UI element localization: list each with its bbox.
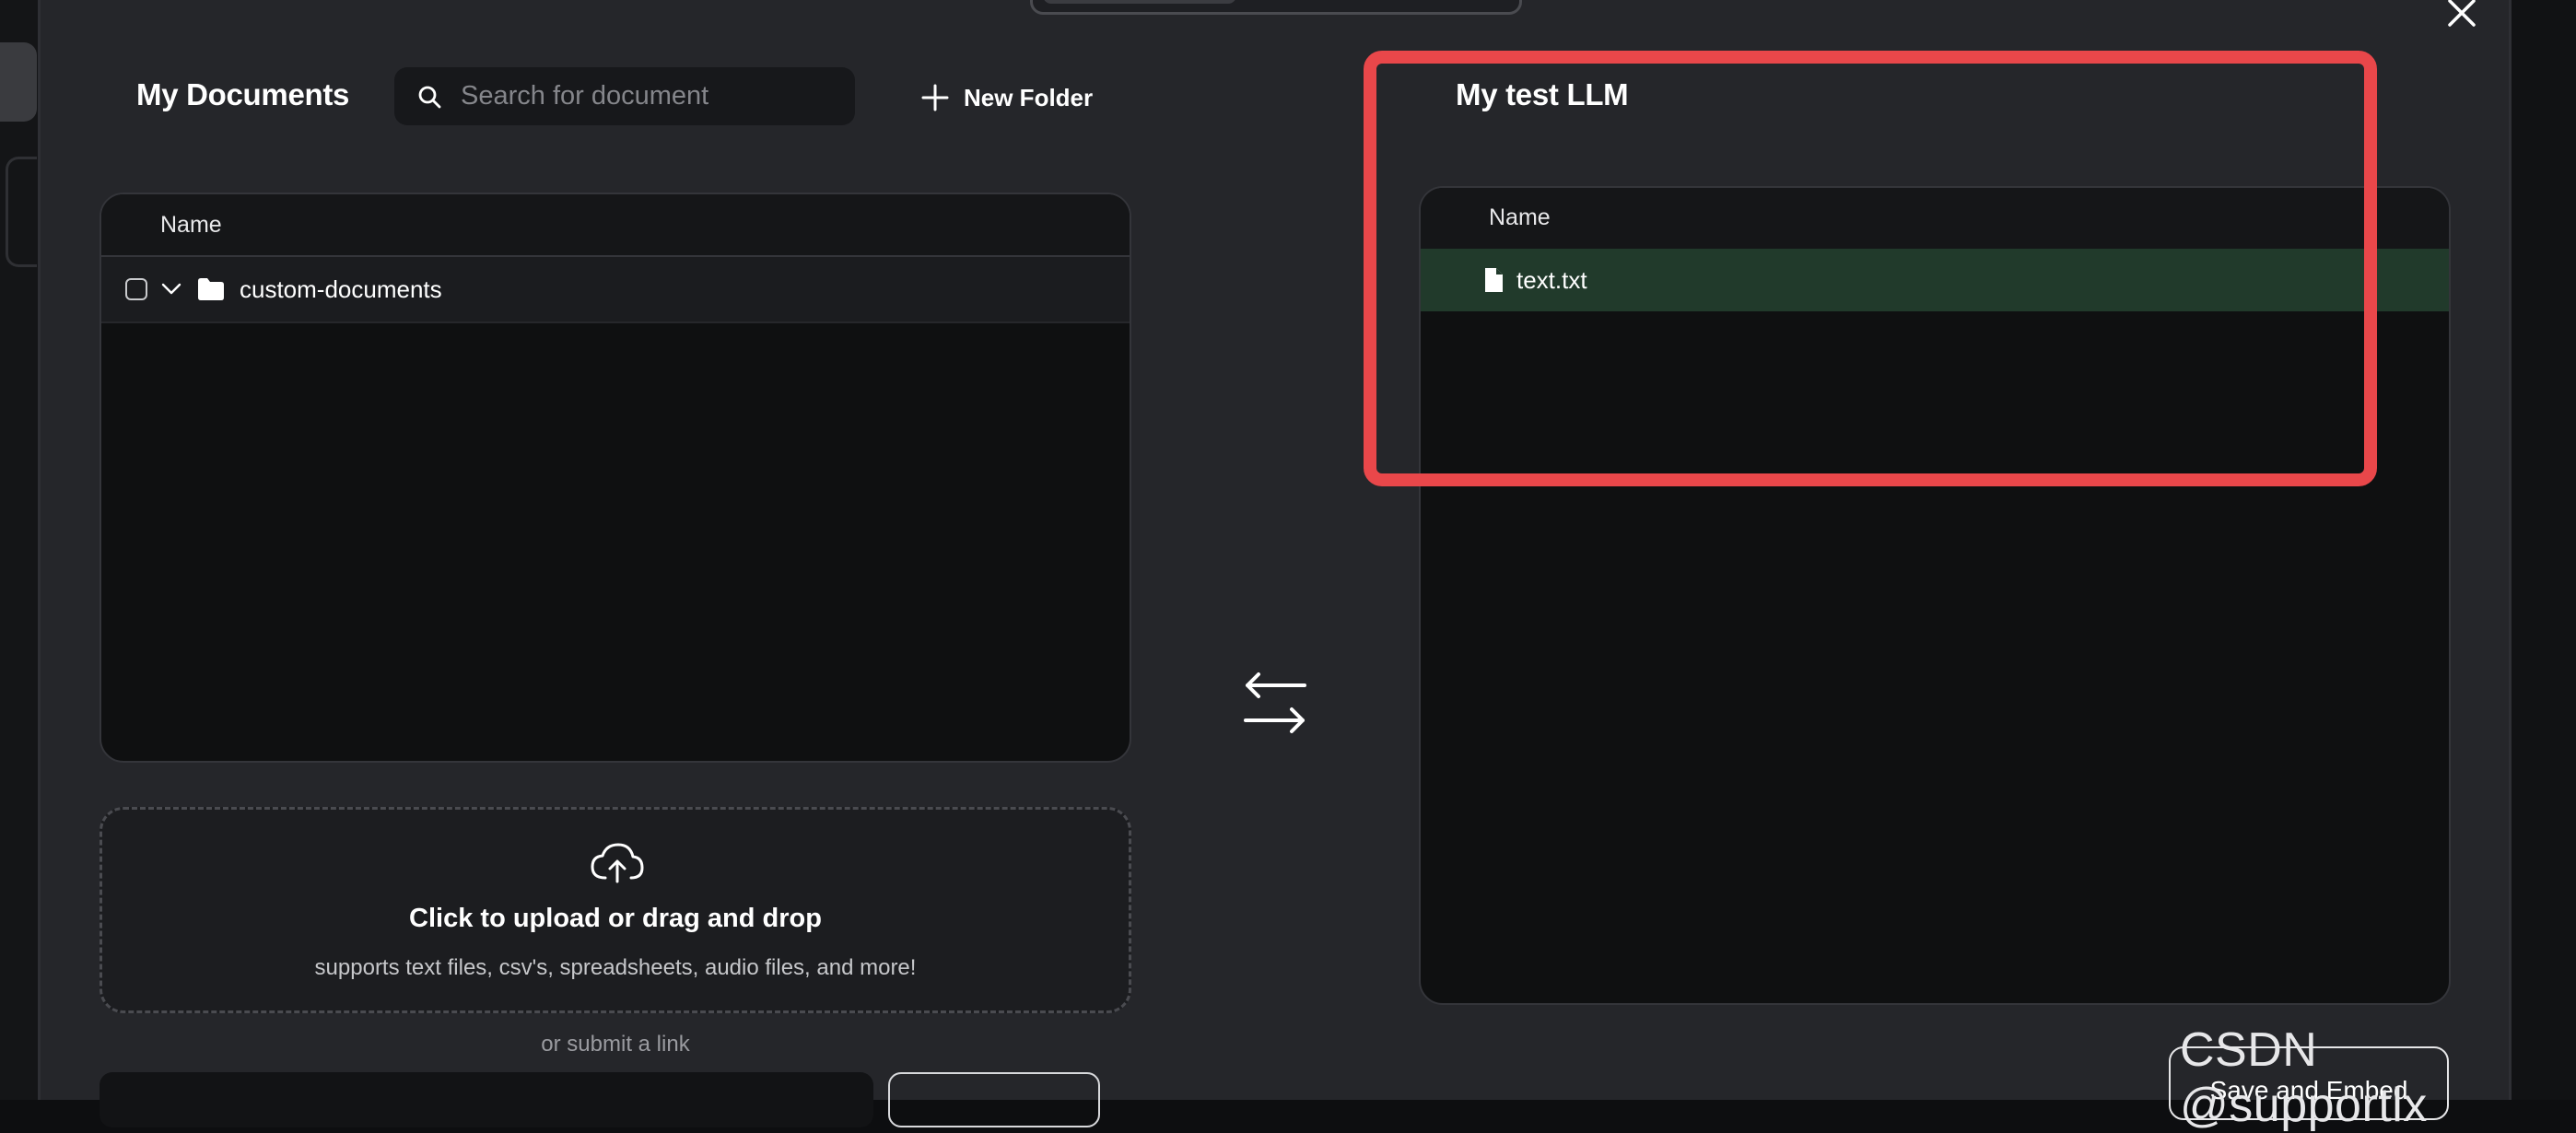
column-name-header: Name <box>1489 204 1551 230</box>
plus-icon <box>921 84 949 111</box>
column-name-header: Name <box>160 212 222 238</box>
upload-title: Click to upload or drag and drop <box>409 904 822 933</box>
watermark: CSDN @supportlx <box>2180 1023 2428 1132</box>
my-documents-title: My Documents <box>136 77 350 111</box>
file-icon <box>1485 268 1503 292</box>
chevron-down-icon[interactable] <box>160 282 182 297</box>
search-input[interactable] <box>459 80 849 112</box>
upload-dropzone[interactable]: Click to upload or drag and drop support… <box>100 807 1131 1013</box>
workspace-title: My test LLM <box>1456 77 1629 111</box>
swap-arrows-icon[interactable] <box>1238 671 1312 735</box>
background-sidebar-chip <box>0 42 37 122</box>
document-search[interactable] <box>394 67 855 125</box>
close-button[interactable] <box>2441 0 2482 33</box>
link-url-input[interactable] <box>100 1072 873 1127</box>
new-folder-button[interactable]: New Folder <box>921 76 1093 120</box>
table-header: Name <box>101 194 1130 257</box>
row-checkbox[interactable] <box>125 278 147 300</box>
cloud-upload-icon <box>591 843 644 883</box>
new-folder-label: New Folder <box>964 83 1094 111</box>
upload-subtitle: supports text files, csv's, spreadsheets… <box>314 955 917 980</box>
background-strip-right <box>2512 0 2576 1100</box>
close-icon <box>2448 0 2476 27</box>
workspace-documents-table: Name text.txt <box>1419 186 2451 1005</box>
file-name: text.txt <box>1516 265 1587 294</box>
modal-top-tab-indicator <box>1043 0 1236 4</box>
folder-icon <box>198 278 224 300</box>
background-sidebar-outline <box>6 157 37 267</box>
table-row[interactable]: text.txt <box>1421 249 2449 311</box>
table-row[interactable]: custom-documents <box>101 257 1130 323</box>
folder-name: custom-documents <box>240 274 442 303</box>
table-header: Name <box>1421 188 2449 251</box>
submit-link-label: or submit a link <box>541 1032 690 1057</box>
fetch-link-button[interactable] <box>888 1072 1100 1127</box>
my-documents-table: Name custom-documents <box>100 193 1131 763</box>
search-icon <box>418 86 441 108</box>
